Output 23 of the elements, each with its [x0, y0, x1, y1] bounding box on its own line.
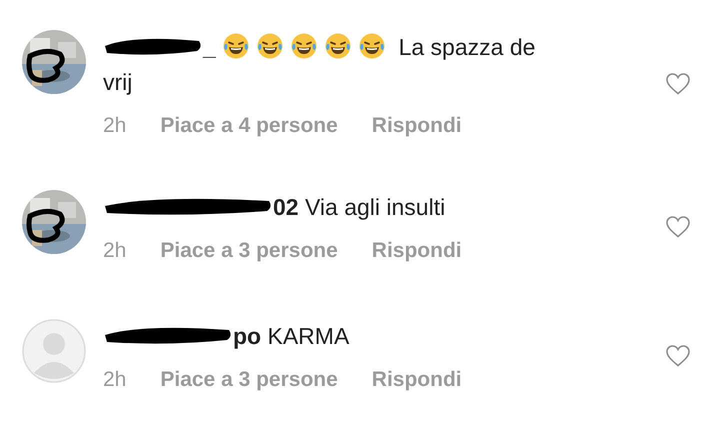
- heart-icon[interactable]: [665, 214, 691, 238]
- heart-icon[interactable]: [665, 344, 691, 368]
- comment-text: _ La spazza de vrij: [103, 31, 536, 97]
- comment-text: po KARMA: [103, 319, 563, 354]
- default-avatar-icon: [22, 319, 86, 383]
- redaction-scribble: [26, 48, 66, 84]
- comment-text: 02 Via agli insulti: [103, 190, 563, 225]
- laughing-emoji-icon: [324, 32, 352, 60]
- comment-time: 2h: [103, 239, 126, 263]
- likes-link[interactable]: Piace a 3 persone: [160, 368, 338, 392]
- likes-link[interactable]: Piace a 4 persone: [160, 114, 338, 138]
- laughing-emoji-icon: [290, 32, 318, 60]
- laughing-emoji-icon: [358, 32, 386, 60]
- comment-time: 2h: [103, 368, 126, 392]
- laughing-emoji-icon: [256, 32, 284, 60]
- likes-link[interactable]: Piace a 3 persone: [160, 239, 338, 263]
- redaction-scribble: [26, 208, 66, 244]
- comment-time: 2h: [103, 114, 126, 138]
- heart-icon[interactable]: [665, 72, 691, 96]
- reply-link[interactable]: Rispondi: [372, 114, 462, 138]
- laughing-emoji-icon: [222, 32, 250, 60]
- reply-link[interactable]: Rispondi: [372, 239, 462, 263]
- reply-link[interactable]: Rispondi: [372, 368, 462, 392]
